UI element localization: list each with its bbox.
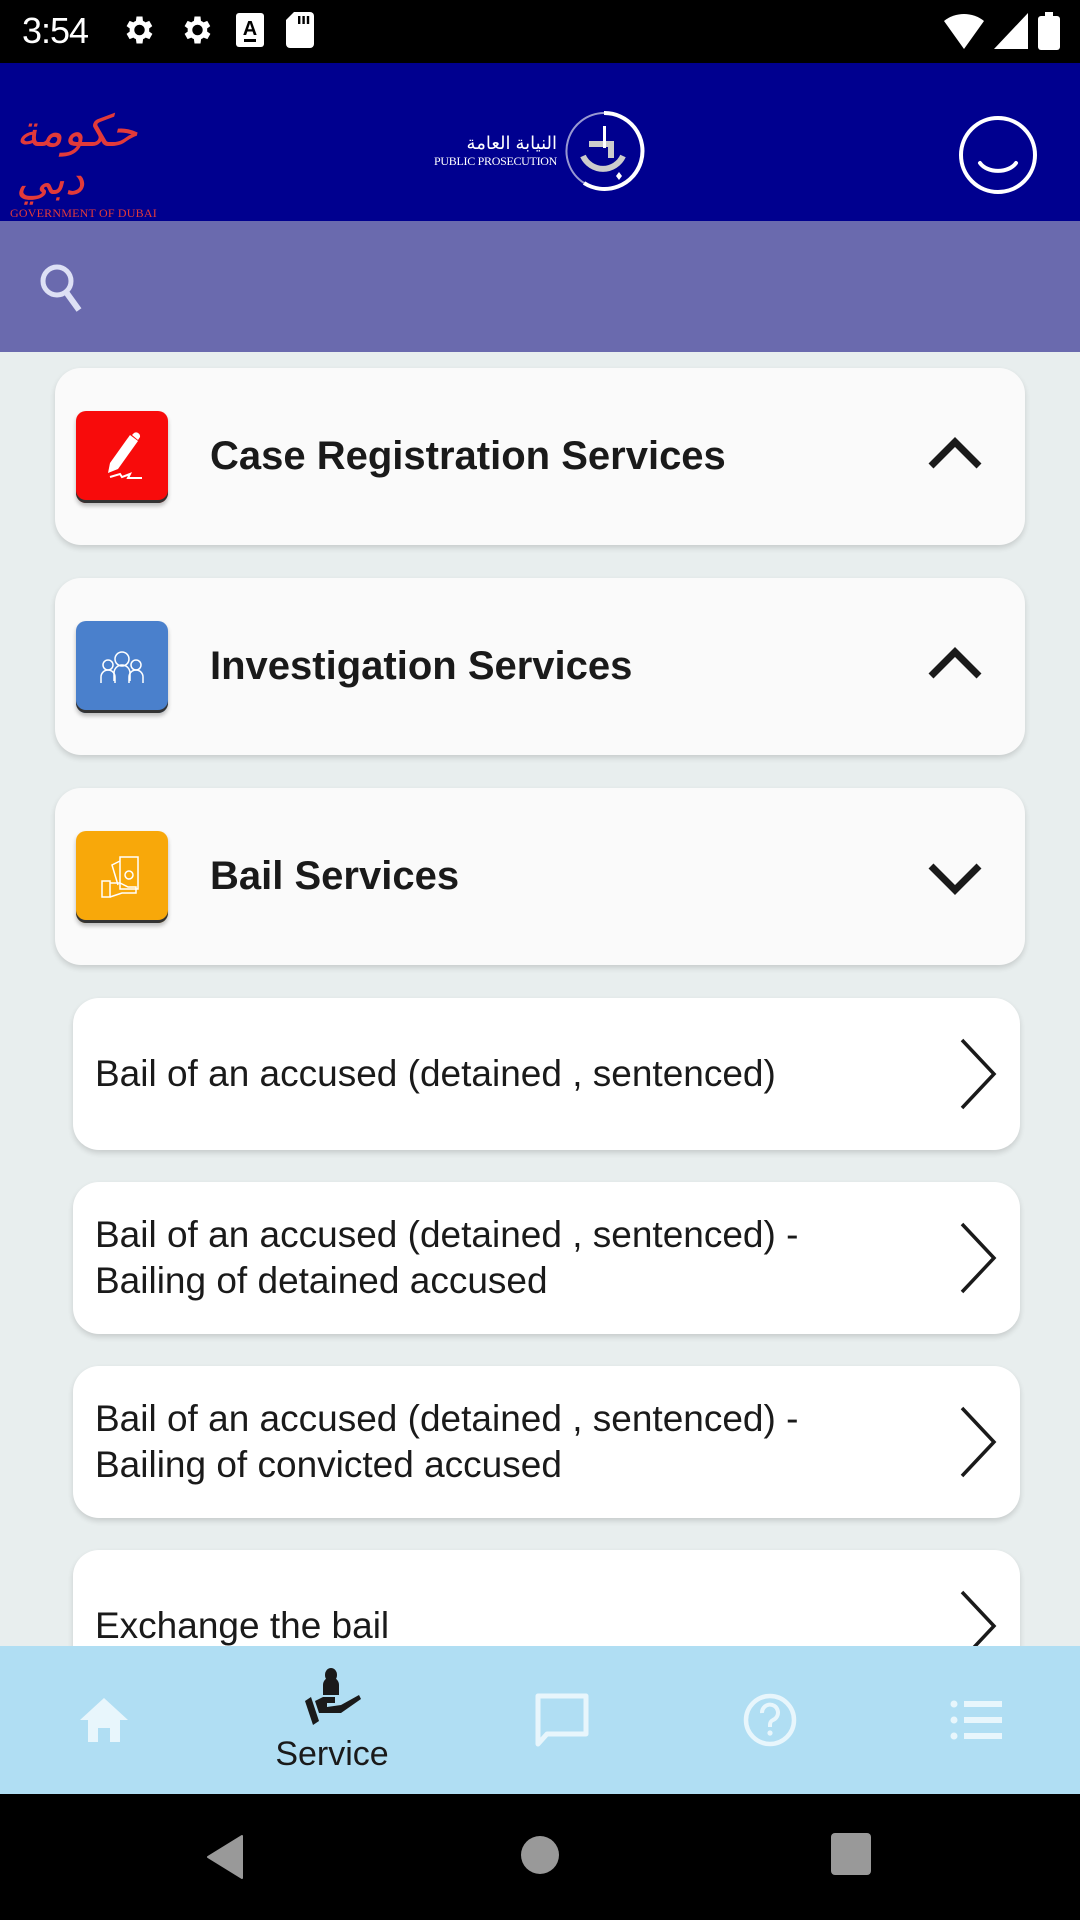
- nav-chat[interactable]: [472, 1646, 652, 1794]
- public-prosecution-emblem-icon: [565, 110, 645, 191]
- chevron-up-icon[interactable]: [925, 636, 985, 696]
- nav-home[interactable]: [14, 1646, 194, 1794]
- status-bar: 3:54 A: [0, 0, 1080, 63]
- signal-icon: [994, 13, 1028, 49]
- back-icon[interactable]: [204, 1834, 244, 1880]
- pp-logo-arabic: النيابة العامة: [466, 133, 557, 153]
- list-menu-icon: [950, 1700, 1002, 1740]
- people-group-icon: [76, 621, 168, 713]
- recents-icon[interactable]: [830, 1832, 872, 1876]
- system-navigation-bar: [0, 1794, 1080, 1920]
- service-hand-icon: [305, 1667, 361, 1725]
- chevron-up-icon[interactable]: [925, 426, 985, 486]
- service-item-label: Bail of an accused (detained , sentenced…: [95, 1214, 799, 1301]
- battery-icon: [1038, 12, 1060, 50]
- bottom-navigation: Service: [0, 1646, 1080, 1794]
- money-hand-icon: [76, 831, 168, 923]
- chevron-right-icon: [960, 1590, 997, 1646]
- search-icon[interactable]: [36, 260, 90, 314]
- service-item-label: Bail of an accused (detained , sentenced…: [95, 1398, 799, 1485]
- gov-logo-arabic: حكومة دبي: [16, 106, 138, 205]
- category-investigation[interactable]: Investigation Services: [55, 578, 1025, 755]
- smiley-profile-icon: [959, 116, 1037, 194]
- keyboard-a-icon: A: [236, 13, 264, 47]
- gov-logo-english: GOVERNMENT OF DUBAI: [10, 206, 157, 220]
- search-input[interactable]: [110, 236, 1060, 336]
- government-of-dubai-logo: حكومة دبي GOVERNMENT OF DUBAI: [10, 108, 185, 221]
- status-time: 3:54: [22, 10, 89, 51]
- help-icon: [743, 1693, 797, 1747]
- service-item[interactable]: Bail of an accused (detained , sentenced…: [73, 1182, 1020, 1334]
- chat-icon: [535, 1693, 589, 1747]
- nav-service-label: Service: [275, 1734, 389, 1773]
- services-list: Case Registration Services Investigation…: [0, 352, 1080, 1646]
- chevron-right-icon: [960, 1222, 997, 1294]
- home-icon: [80, 1698, 128, 1742]
- category-bail[interactable]: Bail Services: [55, 788, 1025, 965]
- nav-service[interactable]: Service: [242, 1646, 422, 1794]
- profile-button[interactable]: [958, 115, 1038, 195]
- svg-text:A: A: [243, 18, 257, 40]
- category-label: Bail Services: [210, 854, 460, 898]
- category-case-registration[interactable]: Case Registration Services: [55, 368, 1025, 545]
- chevron-right-icon: [960, 1038, 997, 1110]
- settings-icon: [184, 16, 211, 44]
- nav-help[interactable]: [680, 1646, 860, 1794]
- service-item[interactable]: Exchange the bail: [73, 1550, 1020, 1646]
- public-prosecution-logo: النيابة العامة PUBLIC PROSECUTION: [432, 108, 647, 193]
- pen-signature-icon: [76, 411, 168, 503]
- home-circle-icon[interactable]: [520, 1834, 560, 1876]
- nav-menu[interactable]: [886, 1646, 1066, 1794]
- settings-icon: [126, 16, 153, 44]
- sd-card-icon: [286, 12, 314, 48]
- service-item-label: Exchange the bail: [95, 1605, 390, 1646]
- service-item-label: Bail of an accused (detained , sentenced…: [95, 1053, 776, 1094]
- service-item[interactable]: Bail of an accused (detained , sentenced…: [73, 1366, 1020, 1518]
- pp-logo-english: PUBLIC PROSECUTION: [434, 154, 557, 168]
- category-label: Investigation Services: [210, 644, 633, 688]
- chevron-down-icon[interactable]: [925, 846, 985, 906]
- chevron-right-icon: [960, 1406, 997, 1478]
- app-header: حكومة دبي GOVERNMENT OF DUBAI النيابة ال…: [0, 63, 1080, 221]
- category-label: Case Registration Services: [210, 434, 726, 478]
- wifi-icon: [944, 13, 984, 49]
- service-item[interactable]: Bail of an accused (detained , sentenced…: [73, 998, 1020, 1150]
